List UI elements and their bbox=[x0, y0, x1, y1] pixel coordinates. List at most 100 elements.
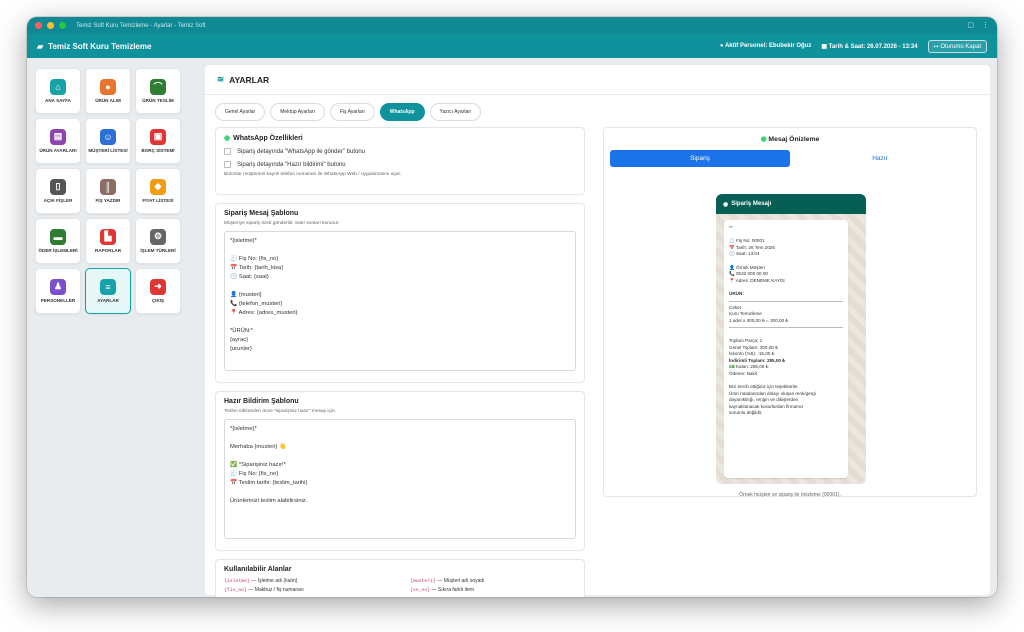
app-window: Temiz Soft Kuru Temizleme - Ayarlar - Te… bbox=[27, 17, 997, 597]
hanger-icon: ⌒ bbox=[150, 78, 166, 95]
sidebar-item-person[interactable]: ♟ PERSONELLER bbox=[35, 268, 81, 314]
wallet-icon: ▣ bbox=[150, 128, 166, 145]
maximize-window-button[interactable] bbox=[59, 22, 66, 29]
message-bubble: ** 🧾 Fiş No: 00001 📅 Tarih: 26 Tem 2026 🕒 S… bbox=[724, 220, 848, 478]
sidebar-item-users[interactable]: ☺ MÜŞTERİ LİSTESİ bbox=[85, 118, 131, 164]
message-line: Kuru Temizleme bbox=[729, 311, 762, 317]
ready-template-note: Teslim edilmeden önce "siparişiniz hazır… bbox=[224, 409, 336, 414]
preview-header: ◉ Sipariş Mesajı bbox=[716, 194, 866, 214]
sidebar-item-barcode[interactable]: ║ FİŞ YAZDIR bbox=[85, 168, 131, 214]
tab-receipt[interactable]: Fiş Ayarları bbox=[329, 103, 375, 121]
preview-tab-order[interactable]: Sipariş bbox=[610, 150, 790, 167]
datetime-text: Tarih & Saat: 26.07.2026 - 13:34 bbox=[828, 43, 918, 50]
sidebar-item-label: FİYAT LİSTESİ bbox=[142, 197, 174, 203]
active-staff: ● Aktif Personel: Ebubekir Oğuz bbox=[720, 43, 811, 49]
field-item: {fis_no} — Makbuz / fiş numarası bbox=[224, 587, 390, 593]
preview-title-text: Mesaj Önizleme bbox=[768, 136, 820, 143]
chart-icon: ▙ bbox=[100, 228, 116, 245]
sidebar-item-wallet[interactable]: ▣ BORÇ SİSTEMİ bbox=[135, 118, 181, 164]
sidebar-item-gears[interactable]: ⚙ İŞLEM TÜRLERİ bbox=[135, 218, 181, 264]
active-staff-text: Aktif Personel: Ebubekir Oğuz bbox=[724, 43, 812, 49]
field-desc: — Makbuz / fiş numarası bbox=[248, 587, 304, 593]
sidebar-item-sliders[interactable]: ≡ AYARLAR bbox=[85, 268, 131, 314]
page-title: ≋ AYARLAR bbox=[205, 65, 990, 95]
box-icon: ▤ bbox=[50, 128, 66, 145]
message-line: 💵 Kalan: 285,00 ₺ bbox=[729, 364, 769, 370]
sidebar-item-label: PERSONELLER bbox=[40, 297, 76, 303]
sidebar-item-home[interactable]: ⌂ ANA SAYFA bbox=[35, 68, 81, 114]
ready-checkbox[interactable] bbox=[224, 161, 231, 168]
send-option-label: Sipariş detayında "WhatsApp ile gönder" … bbox=[237, 148, 366, 155]
field-code: {musteri} bbox=[410, 579, 436, 584]
order-template-card: Sipariş Mesaj Şablonu Müşteriye sipariş … bbox=[215, 203, 585, 383]
datetime: ▦ Tarih & Saat: 26.07.2026 - 13:34 bbox=[821, 43, 917, 50]
screenshot-icon[interactable]: ▢ bbox=[967, 21, 974, 29]
page-title-text: AYARLAR bbox=[229, 74, 270, 85]
ready-button-option[interactable]: Sipariş detayında "Hazır bildirimi" buto… bbox=[224, 161, 576, 168]
app-brand: ▰ Temiz Soft Kuru Temizleme bbox=[37, 42, 151, 51]
whatsapp-icon: ◉ bbox=[224, 135, 231, 142]
close-window-button[interactable] bbox=[35, 22, 42, 29]
tab-letter[interactable]: Mektup Ayarları bbox=[270, 103, 325, 121]
tab-general[interactable]: Genel Ayarlar bbox=[215, 103, 266, 121]
logout-label: Oturumu Kapat bbox=[940, 43, 981, 50]
preview-tab-ready[interactable]: Hazır bbox=[790, 150, 970, 167]
send-checkbox[interactable] bbox=[224, 148, 231, 155]
sidebar-item-document[interactable]: ▯ AÇIK FİŞLER bbox=[35, 168, 81, 214]
field-code: {sn_no} bbox=[410, 588, 431, 593]
whatsapp-settings: ◉ WhatsApp Özellikleri Sipariş detayında … bbox=[215, 127, 585, 597]
sidebar-item-cash[interactable]: ▬ ÖDER İŞLEMLERİ bbox=[35, 218, 81, 264]
sidebar: ⌂ ANA SAYFA ● ÜRÜN ALIM ⌒ ÜRÜN TESLİM ▤ ÜRÜN AY… bbox=[33, 63, 189, 563]
window-title: Temiz Soft Kuru Temizleme - Ayarlar - Te… bbox=[76, 22, 206, 29]
ready-template-textarea[interactable]: *{isletme}* Merhaba {musteri} 👋 ✅ *Sipar… bbox=[224, 419, 576, 539]
more-icon[interactable]: ⋮ bbox=[982, 21, 989, 29]
sidebar-item-label: İŞLEM TÜRLERİ bbox=[140, 247, 176, 253]
message-divider bbox=[729, 300, 843, 302]
order-template-title: Sipariş Mesaj Şablonu bbox=[224, 210, 299, 217]
whatsapp-icon: ◉ bbox=[723, 201, 729, 208]
message-line: 📞 0532 000 00 00 bbox=[729, 271, 768, 277]
sidebar-item-label: MÜŞTERİ LİSTESİ bbox=[88, 147, 128, 153]
sidebar-item-chart[interactable]: ▙ RAPORLAR bbox=[85, 218, 131, 264]
whatsapp-icon: ◉ bbox=[760, 136, 767, 143]
sidebar-item-label: FİŞ YAZDIR bbox=[95, 197, 121, 203]
cash-icon: ▬ bbox=[50, 228, 66, 245]
sidebar-item-logout[interactable]: ➜ ÇIKIŞ bbox=[135, 268, 181, 314]
message-line: sorumlu değildir. bbox=[729, 410, 763, 416]
sidebar-item-box[interactable]: ▤ ÜRÜN AYARLARI bbox=[35, 118, 81, 164]
message-line: İndirimli Toplam: 285,00 ₺ bbox=[729, 357, 786, 363]
order-template-textarea[interactable]: *{isletme}* 🧾 Fiş No: {fis_no} 📅 Tarih: … bbox=[224, 231, 576, 371]
logout-button[interactable]: ↦ Oturumu Kapat bbox=[927, 39, 987, 53]
sidebar-item-tag[interactable]: ◆ FİYAT LİSTESİ bbox=[135, 168, 181, 214]
logout-icon: ↦ bbox=[933, 43, 939, 50]
field-item: {sn_no} — Sıkıra farklı item bbox=[410, 587, 576, 593]
gears-icon: ⚙ bbox=[150, 228, 166, 245]
settings-panel: ≋ AYARLAR Genel Ayarlar Mektup Ayarları F… bbox=[205, 65, 990, 597]
message-divider bbox=[729, 327, 843, 329]
send-button-option[interactable]: Sipariş detayında "WhatsApp ile gönder" … bbox=[224, 148, 576, 155]
order-template-note: Müşteriye sipariş özeti gönderilir. Satı… bbox=[224, 221, 340, 226]
ready-template-card: Hazır Bildirim Şablonu Teslim edilmeden … bbox=[215, 391, 585, 551]
ready-option-label: Sipariş detayında "Hazır bildirimi" buto… bbox=[237, 161, 346, 168]
sidebar-item-label: ÖDER İŞLEMLERİ bbox=[38, 247, 78, 253]
sidebar-item-hanger[interactable]: ⌒ ÜRÜN TESLİM bbox=[135, 68, 181, 114]
user-icon: ● bbox=[719, 43, 724, 49]
minimize-window-button[interactable] bbox=[47, 22, 54, 29]
tab-whatsapp[interactable]: WhatsApp bbox=[379, 103, 425, 121]
message-line: 🧾 Fiş No: 00001 bbox=[729, 238, 765, 244]
field-item: {musteri} — Müşteri adı soyadı bbox=[410, 578, 576, 584]
sidebar-item-label: RAPORLAR bbox=[94, 247, 122, 253]
message-line: Bizi tercih ettiğiniz için teşekkürler. bbox=[729, 384, 799, 390]
sidebar-item-label: ANA SAYFA bbox=[45, 97, 71, 103]
sliders-icon: ≋ bbox=[217, 74, 225, 84]
tab-printer[interactable]: Yazıcı Ayarları bbox=[429, 103, 482, 121]
person-icon: ♟ bbox=[50, 278, 66, 295]
message-line: Ürün hatalarından dolayı oluşan renk/ger… bbox=[729, 390, 816, 396]
sidebar-item-label: ÇIKIŞ bbox=[151, 297, 165, 303]
preview-title: ◉ Mesaj Önizleme bbox=[604, 135, 976, 143]
sidebar-item-label: AYARLAR bbox=[97, 297, 119, 303]
window-titlebar: Temiz Soft Kuru Temizleme - Ayarlar - Te… bbox=[27, 17, 997, 34]
message-line: 1 adet x 300,00 ₺ = 300,00 ₺ bbox=[729, 317, 789, 323]
sidebar-item-target[interactable]: ● ÜRÜN ALIM bbox=[85, 68, 131, 114]
field-desc: — Müşteri adı soyadı bbox=[437, 578, 485, 584]
